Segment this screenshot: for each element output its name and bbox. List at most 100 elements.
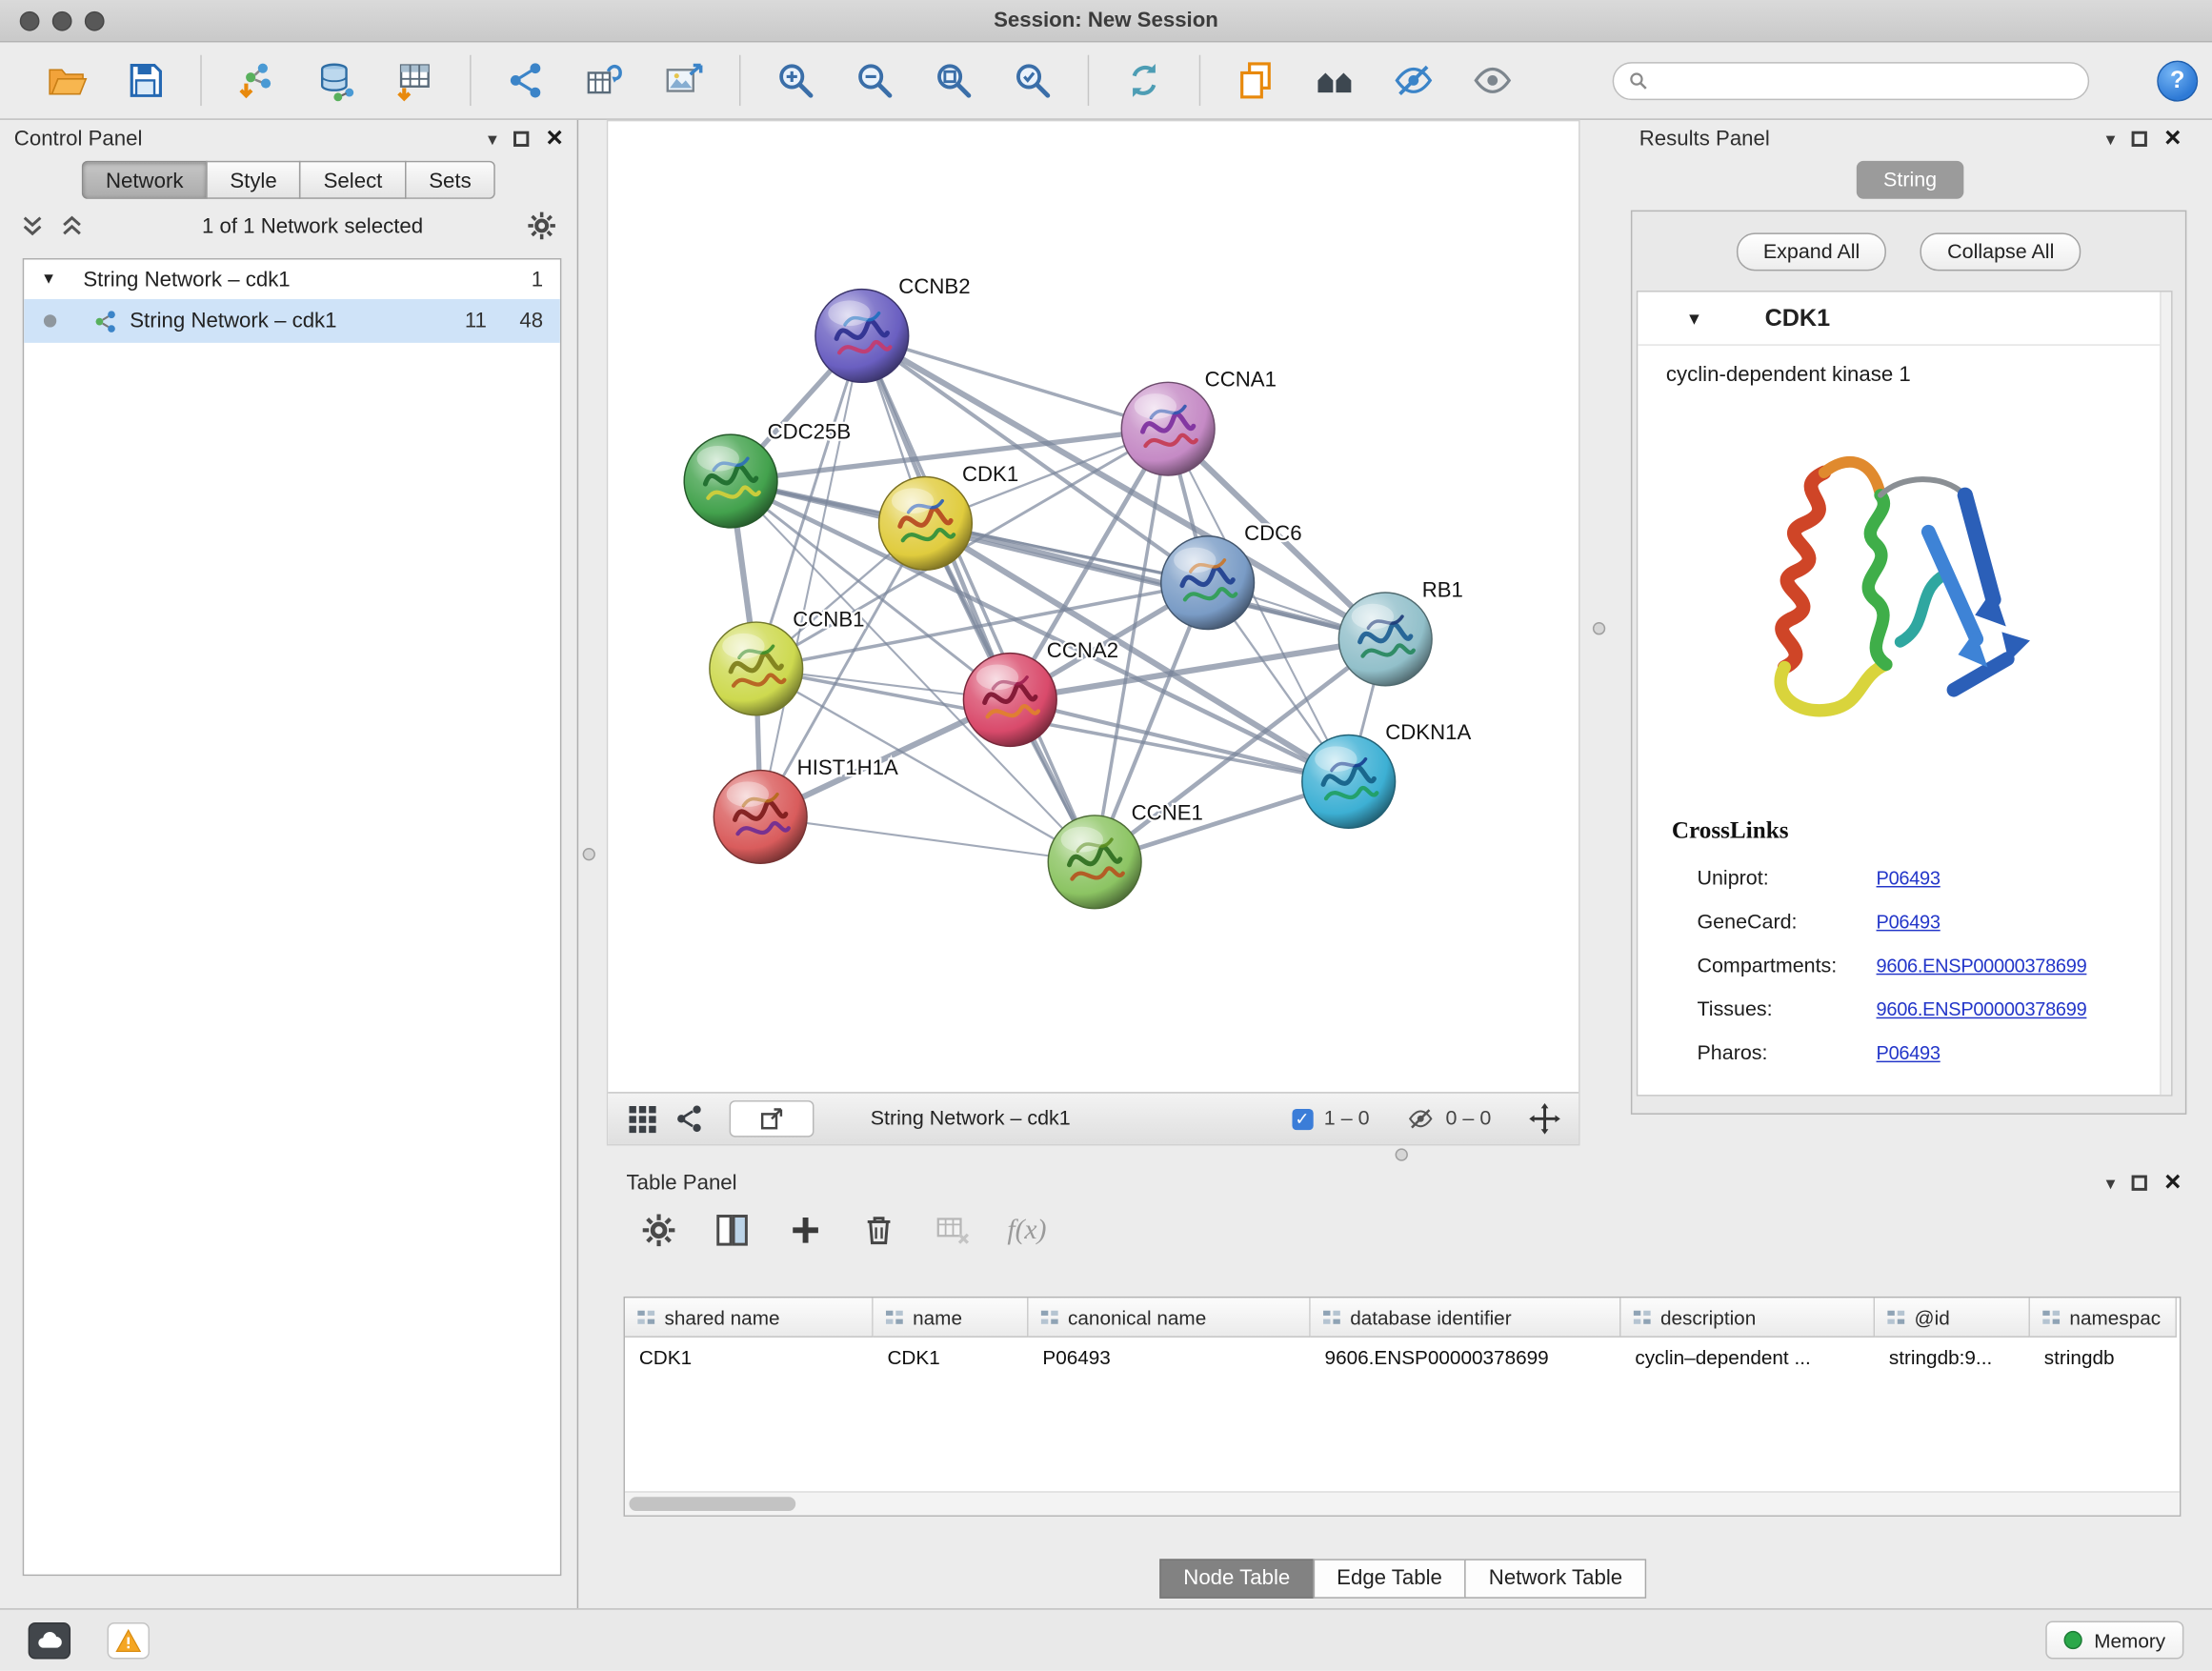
delete-table-button[interactable] — [934, 1212, 971, 1249]
network-node-CCNB1[interactable] — [710, 622, 803, 715]
scrollbar-thumb[interactable] — [629, 1497, 795, 1511]
panel-close-button[interactable]: × — [547, 124, 563, 152]
export-image-button[interactable] — [660, 56, 708, 104]
network-node-RB1[interactable] — [1338, 593, 1432, 686]
panel-maximize-button[interactable] — [2132, 131, 2147, 146]
panel-float-button[interactable]: ▾ — [488, 129, 497, 147]
zoom-fit-button[interactable] — [930, 56, 977, 104]
control-tab-network[interactable]: Network — [82, 161, 208, 199]
table-options-button[interactable] — [640, 1212, 677, 1249]
collapse-all-button[interactable]: Collapse All — [1920, 232, 2081, 271]
detach-view-button[interactable] — [730, 1100, 814, 1137]
window-close-button[interactable] — [20, 11, 40, 31]
network-row-selected[interactable]: String Network – cdk1 11 48 — [24, 299, 560, 343]
column-header-description[interactable]: description — [1621, 1298, 1876, 1337]
collapse-icon[interactable]: ▼ — [1686, 309, 1709, 329]
network-node-HIST1H1A[interactable] — [714, 771, 807, 864]
window-minimize-button[interactable] — [52, 11, 72, 31]
vertical-splitter-handle[interactable] — [583, 848, 595, 860]
open-session-button[interactable] — [42, 56, 90, 104]
network-node-CCNA2[interactable] — [963, 654, 1056, 747]
vertical-splitter-handle[interactable] — [1593, 622, 1605, 634]
crosslink-link[interactable]: 9606.ENSP00000378699 — [1877, 998, 2087, 1019]
panel-float-button[interactable]: ▾ — [2106, 1173, 2116, 1191]
panel-maximize-button[interactable] — [513, 131, 529, 146]
help-button[interactable]: ? — [2157, 60, 2198, 101]
zoom-out-button[interactable] — [851, 56, 898, 104]
cloud-status-button[interactable] — [29, 1621, 70, 1659]
import-network-file-button[interactable] — [232, 56, 280, 104]
window-maximize-button[interactable] — [85, 11, 105, 31]
graphics-detail-button[interactable] — [673, 1102, 707, 1137]
expand-all-icon[interactable] — [59, 213, 85, 239]
new-network-button[interactable] — [502, 56, 550, 104]
control-tab-select[interactable]: Select — [299, 161, 406, 199]
column-header--id[interactable]: @id — [1875, 1298, 2030, 1337]
protein-header-row[interactable]: ▼ CDK1 — [1638, 292, 2171, 346]
delete-column-button[interactable] — [860, 1212, 897, 1249]
column-header-name[interactable]: name — [874, 1298, 1029, 1337]
table-row[interactable]: CDK1CDK1P064939606.ENSP00000378699cyclin… — [625, 1338, 2180, 1377]
tab-string[interactable]: String — [1857, 161, 1964, 199]
panel-maximize-button[interactable] — [2132, 1175, 2147, 1190]
show-columns-button[interactable] — [714, 1212, 751, 1249]
show-all-button[interactable] — [1469, 56, 1517, 104]
hide-selected-button[interactable] — [1390, 56, 1438, 104]
column-header-canonical-name[interactable]: canonical name — [1029, 1298, 1311, 1337]
network-canvas[interactable]: CCNB2CCNA1CDC25BCDK1CDC6RB1CCNB1CCNA2CDK… — [608, 121, 1579, 1092]
network-from-table-button[interactable] — [581, 56, 629, 104]
network-collection-row[interactable]: ▼ String Network – cdk1 1 — [24, 259, 560, 298]
create-column-button[interactable] — [787, 1212, 824, 1249]
memory-button[interactable]: Memory — [2046, 1621, 2183, 1660]
network-node-CDKN1A[interactable] — [1302, 735, 1396, 829]
collapse-all-icon[interactable] — [20, 213, 46, 239]
search-input[interactable] — [1658, 70, 2074, 92]
tab-edge-table[interactable]: Edge Table — [1313, 1559, 1466, 1598]
column-header-shared-name[interactable]: shared name — [625, 1298, 874, 1337]
network-node-CDK1[interactable] — [879, 477, 973, 571]
network-node-CCNB2[interactable] — [815, 290, 909, 383]
clone-network-button[interactable] — [1232, 56, 1279, 104]
network-options-button[interactable] — [526, 211, 557, 242]
network-edge[interactable] — [862, 335, 1168, 429]
warnings-button[interactable] — [108, 1621, 150, 1659]
crosslink-link[interactable]: P06493 — [1877, 1042, 1941, 1063]
network-edge[interactable] — [760, 335, 862, 816]
panel-close-button[interactable]: × — [2164, 124, 2181, 152]
network-edge[interactable] — [1010, 700, 1348, 782]
network-node-CCNE1[interactable] — [1048, 815, 1141, 909]
first-neighbors-button[interactable] — [1311, 56, 1358, 104]
zoom-in-button[interactable] — [772, 56, 819, 104]
crosslink-link[interactable]: P06493 — [1877, 868, 1941, 889]
network-node-CDC6[interactable] — [1161, 536, 1255, 630]
tab-node-table[interactable]: Node Table — [1159, 1559, 1314, 1598]
results-scrollbar[interactable] — [2160, 292, 2171, 1096]
network-view[interactable]: CCNB2CCNA1CDC25BCDK1CDC6RB1CCNB1CCNA2CDK… — [607, 120, 1580, 1146]
birdseye-button[interactable] — [625, 1102, 659, 1137]
control-tab-sets[interactable]: Sets — [405, 161, 495, 199]
zoom-selected-button[interactable] — [1009, 56, 1056, 104]
expander-icon[interactable]: ▼ — [41, 271, 64, 288]
expand-all-button[interactable]: Expand All — [1737, 232, 1887, 271]
network-node-CCNA1[interactable] — [1121, 382, 1215, 475]
save-session-button[interactable] — [121, 56, 169, 104]
panel-close-button[interactable]: × — [2164, 1168, 2181, 1197]
network-node-CDC25B[interactable] — [684, 434, 777, 528]
horizontal-splitter-handle[interactable] — [1396, 1148, 1408, 1160]
crosslink-link[interactable]: P06493 — [1877, 912, 1941, 933]
function-builder-button[interactable]: f(x) — [1007, 1214, 1046, 1246]
table-horizontal-scrollbar[interactable] — [625, 1491, 2180, 1515]
network-edge[interactable] — [862, 335, 1095, 861]
column-header-namespac[interactable]: namespac — [2030, 1298, 2177, 1337]
tab-network-table[interactable]: Network Table — [1465, 1559, 1647, 1598]
selected-indicator-icon[interactable]: ✓ — [1292, 1108, 1313, 1129]
crosslink-link[interactable]: 9606.ENSP00000378699 — [1877, 956, 2087, 976]
control-tab-style[interactable]: Style — [206, 161, 301, 199]
panel-float-button[interactable]: ▾ — [2106, 129, 2116, 147]
import-table-button[interactable] — [391, 56, 438, 104]
column-header-database-identifier[interactable]: database identifier — [1311, 1298, 1621, 1337]
network-edge[interactable] — [760, 816, 1095, 861]
refresh-view-button[interactable] — [1120, 56, 1168, 104]
import-network-database-button[interactable] — [312, 56, 359, 104]
pan-tool-button[interactable] — [1528, 1102, 1562, 1137]
